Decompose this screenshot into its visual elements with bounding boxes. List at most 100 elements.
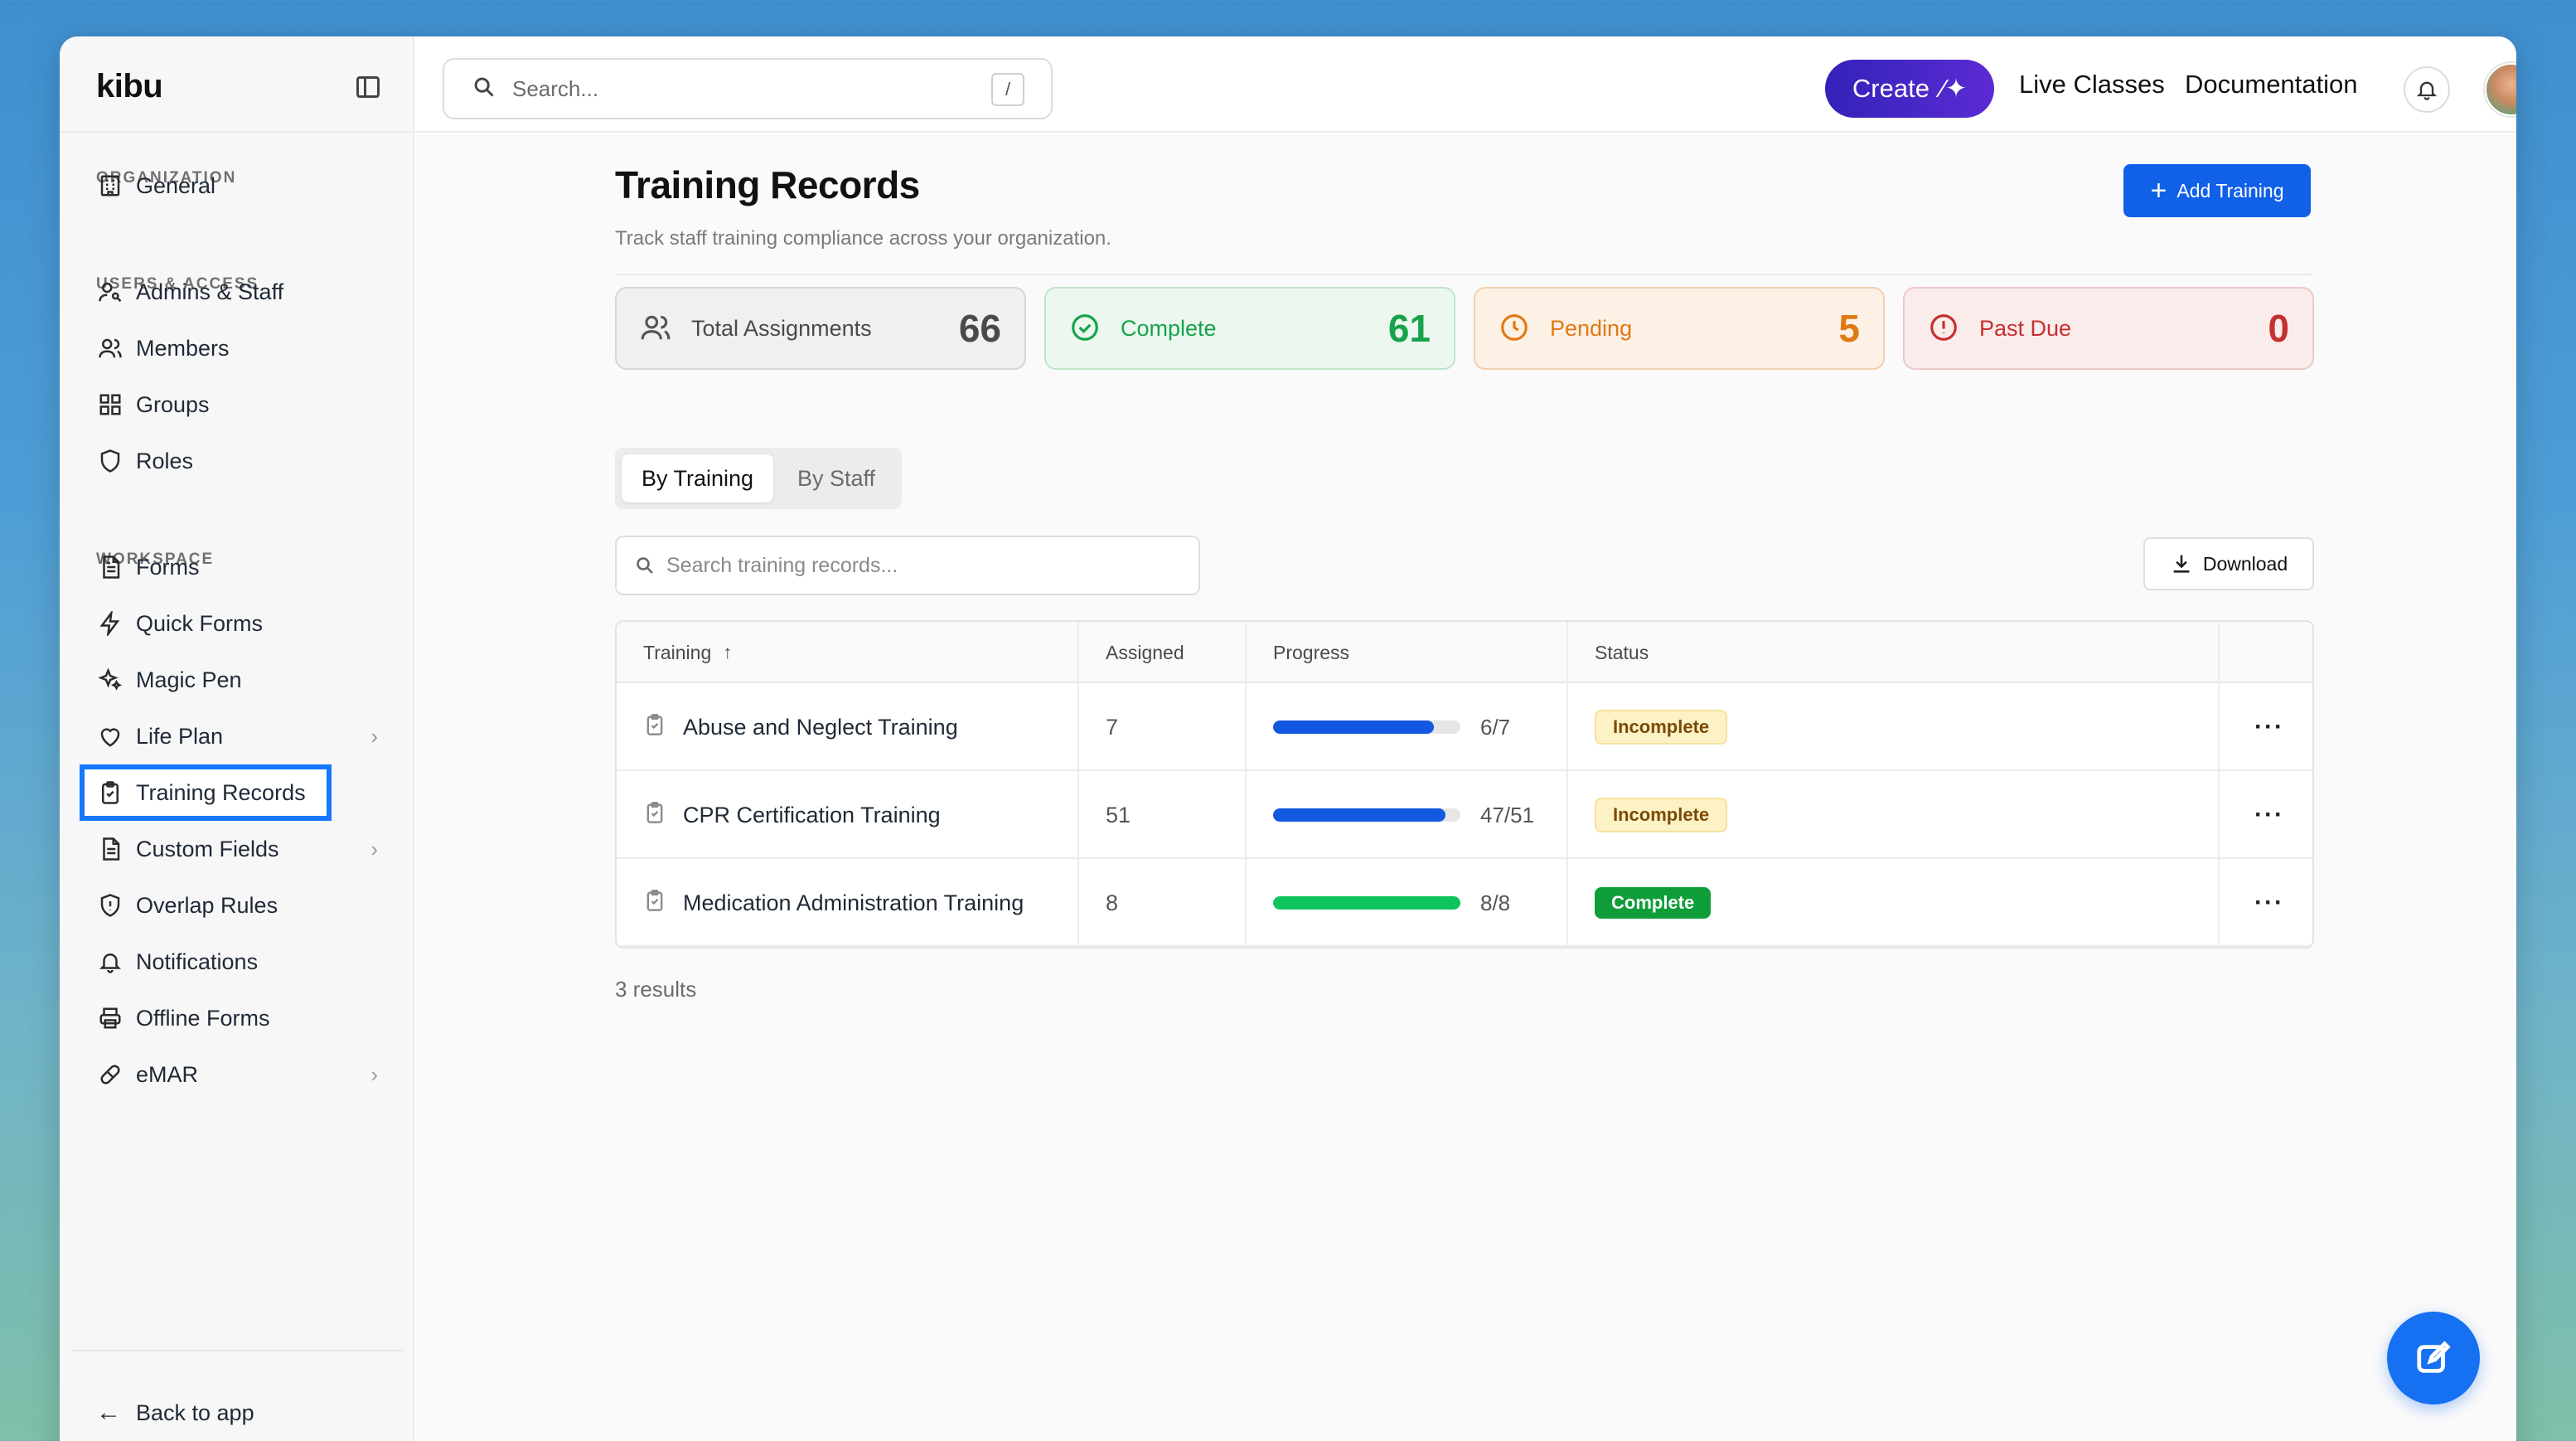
notifications-bell-icon[interactable] xyxy=(2404,66,2450,113)
training-table: Training ↑ Assigned Progress Status Abus… xyxy=(615,620,2314,949)
clock-icon xyxy=(1499,312,1532,345)
sidebar-divider xyxy=(71,1350,403,1351)
chevron-right-icon[interactable]: › xyxy=(370,837,378,862)
create-button[interactable]: Create ⁄✦ xyxy=(1825,60,1994,118)
sidebar-item-members[interactable]: Members xyxy=(96,325,403,371)
progress-bar-fill xyxy=(1273,808,1446,822)
brand-logo[interactable]: kibu xyxy=(96,68,163,105)
shield-icon xyxy=(96,447,124,475)
sidebar-toggle-icon[interactable] xyxy=(356,76,380,98)
download-button[interactable]: Download xyxy=(2143,537,2314,590)
chevron-right-icon[interactable]: › xyxy=(370,724,378,750)
sidebar-item-magic-pen[interactable]: Magic Pen xyxy=(96,657,403,703)
app-window: kibu ORGANIZATION General USERS & ACCESS… xyxy=(60,36,2516,1441)
check-circle-icon xyxy=(1069,312,1102,345)
sidebar-item-label: Life Plan xyxy=(136,723,224,749)
training-name[interactable]: Abuse and Neglect Training xyxy=(683,715,958,740)
column-header-status[interactable]: Status xyxy=(1595,622,1649,683)
global-search-input[interactable]: Search... / xyxy=(443,58,1053,119)
stat-label: Pending xyxy=(1550,315,1633,341)
status-badge: Incomplete xyxy=(1595,710,1728,745)
brand-row: kibu xyxy=(60,36,414,133)
sidebar-item-label: eMAR xyxy=(136,1061,199,1087)
search-placeholder: Search... xyxy=(512,75,599,101)
progress-bar xyxy=(1273,896,1460,910)
back-to-app-link[interactable]: ← Back to app xyxy=(96,1390,254,1436)
sidebar-item-emar[interactable]: eMAR › xyxy=(96,1051,403,1098)
printer-icon xyxy=(96,1004,124,1032)
main-content: Training Records Track staff training co… xyxy=(416,134,2516,1441)
sidebar-item-general[interactable]: General xyxy=(96,163,403,209)
results-count: 3 results xyxy=(615,977,697,1002)
sidebar-item-overlap-rules[interactable]: Overlap Rules xyxy=(96,882,403,929)
add-training-button[interactable]: + Add Training xyxy=(2123,164,2311,217)
users-icon xyxy=(640,312,673,345)
sidebar-item-label: Quick Forms xyxy=(136,610,264,636)
chevron-right-icon[interactable]: › xyxy=(370,1062,378,1088)
sidebar: kibu ORGANIZATION General USERS & ACCESS… xyxy=(60,36,414,1441)
sort-asc-icon: ↑ xyxy=(723,642,733,662)
sidebar-item-forms[interactable]: Forms xyxy=(96,544,403,590)
sidebar-item-label: Groups xyxy=(136,391,210,417)
sidebar-item-label: Training Records xyxy=(136,779,306,805)
alert-circle-icon xyxy=(1928,312,1961,345)
shield-alert-icon xyxy=(96,891,124,919)
column-header-assigned[interactable]: Assigned xyxy=(1106,622,1184,683)
sparkles-icon xyxy=(96,666,124,694)
sidebar-item-training-records[interactable]: Training Records xyxy=(80,764,332,821)
column-divider xyxy=(1245,622,1247,947)
progress-bar-fill xyxy=(1273,896,1460,910)
progress-ratio: 6/7 xyxy=(1480,714,1511,740)
table-row[interactable]: CPR Certification Training 51 47/51 Inco… xyxy=(617,771,2312,859)
table-row[interactable]: Abuse and Neglect Training 7 6/7 Incompl… xyxy=(617,683,2312,771)
building-icon xyxy=(96,172,124,200)
documentation-link[interactable]: Documentation xyxy=(2185,70,2358,99)
stat-label: Past Due xyxy=(1979,315,2072,341)
training-name[interactable]: Medication Administration Training xyxy=(683,890,1024,916)
tab-by-staff[interactable]: By Staff xyxy=(777,454,895,502)
stat-value: 66 xyxy=(958,307,1001,350)
table-row[interactable]: Medication Administration Training 8 8/8… xyxy=(617,859,2312,947)
compose-fab-button[interactable] xyxy=(2387,1312,2480,1405)
sidebar-item-life-plan[interactable]: Life Plan › xyxy=(96,713,403,759)
stat-value: 61 xyxy=(1387,307,1431,350)
more-actions-icon[interactable]: ··· xyxy=(2254,713,2284,741)
column-header-progress[interactable]: Progress xyxy=(1273,622,1349,683)
sidebar-item-offline-forms[interactable]: Offline Forms xyxy=(96,995,403,1041)
stat-card-complete: Complete 61 xyxy=(1044,287,1455,370)
sidebar-item-label: Offline Forms xyxy=(136,1005,270,1031)
sidebar-item-admins-staff[interactable]: Admins & Staff xyxy=(96,269,403,315)
sidebar-item-label: Members xyxy=(136,335,230,361)
column-divider xyxy=(1077,622,1079,947)
training-search-input[interactable]: Search training records... xyxy=(615,536,1200,595)
sidebar-item-notifications[interactable]: Notifications xyxy=(96,939,403,985)
clipboard-check-icon xyxy=(643,889,666,918)
sidebar-item-label: Magic Pen xyxy=(136,667,242,692)
sidebar-item-custom-fields[interactable]: Custom Fields › xyxy=(96,826,403,872)
search-shortcut-key: / xyxy=(991,73,1024,106)
sidebar-item-roles[interactable]: Roles xyxy=(96,438,403,484)
sidebar-item-groups[interactable]: Groups xyxy=(96,381,403,428)
page-title: Training Records xyxy=(615,163,920,206)
sidebar-item-label: Notifications xyxy=(136,949,259,974)
progress-bar xyxy=(1273,720,1460,734)
arrow-left-icon: ← xyxy=(96,1399,121,1426)
tab-by-training[interactable]: By Training xyxy=(622,454,774,502)
bell-icon xyxy=(96,948,124,976)
column-header-training[interactable]: Training ↑ xyxy=(643,622,732,683)
topbar: Search... / Create ⁄✦ Live Classes Docum… xyxy=(414,36,2516,133)
magic-wand-icon: ⁄✦ xyxy=(1940,74,1968,103)
sidebar-item-quick-forms[interactable]: Quick Forms xyxy=(96,600,403,647)
edit-icon xyxy=(2417,1341,2451,1373)
more-actions-icon[interactable]: ··· xyxy=(2254,889,2284,917)
more-actions-icon[interactable]: ··· xyxy=(2254,801,2284,829)
download-label: Download xyxy=(2202,552,2288,575)
user-key-icon xyxy=(96,278,124,306)
user-avatar[interactable] xyxy=(2485,63,2516,116)
create-button-label: Create xyxy=(1852,74,1930,103)
column-label: Training xyxy=(643,641,712,663)
training-name[interactable]: CPR Certification Training xyxy=(683,803,941,828)
live-classes-link[interactable]: Live Classes xyxy=(2019,70,2165,99)
column-divider xyxy=(2218,622,2220,947)
lightning-icon xyxy=(96,609,124,638)
